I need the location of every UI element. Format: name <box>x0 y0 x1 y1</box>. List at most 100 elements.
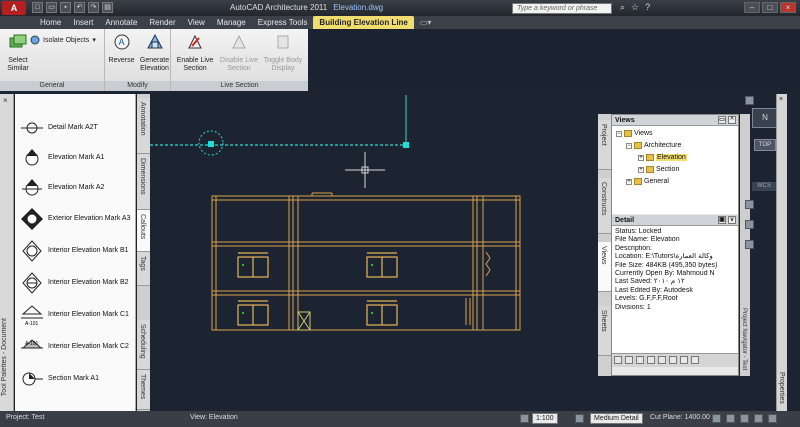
generate-elevation-button[interactable]: Generate Elevation <box>138 32 171 73</box>
enable-live-section-button[interactable]: Enable Live Section <box>173 32 217 73</box>
palette-tool-elevation-mark-a1[interactable]: Elevation Mark A1 <box>19 144 136 172</box>
tab-constructs[interactable]: Constructs <box>598 178 611 234</box>
tree-item-general[interactable]: + General <box>626 178 669 185</box>
viewcube[interactable]: N <box>752 108 778 128</box>
tab-express-tools[interactable]: Express Tools <box>252 16 314 29</box>
close-icon[interactable]: × <box>3 96 8 105</box>
tab-tags[interactable]: Tags <box>137 252 150 286</box>
view-file-icon <box>646 154 654 161</box>
crosshair-cursor <box>345 152 385 188</box>
application-menu-button[interactable]: A <box>2 1 26 15</box>
minimize-icon[interactable]: – <box>744 2 760 13</box>
communication-icon[interactable]: ☆ <box>631 2 639 13</box>
repath-icon[interactable] <box>658 356 666 364</box>
tab-annotate[interactable]: Annotate <box>99 16 143 29</box>
palette-tool-detail-mark-a2t[interactable]: Detail Mark A2T <box>19 114 136 142</box>
tab-project[interactable]: Project <box>598 120 611 170</box>
properties-icon[interactable] <box>691 356 699 364</box>
viewcube-top-button[interactable]: TOP <box>754 139 776 151</box>
collapse-icon[interactable]: − <box>616 130 622 137</box>
tab-annotation[interactable]: Annotation <box>137 98 150 154</box>
clean-screen-icon[interactable] <box>768 414 777 423</box>
expand-icon[interactable]: ^ <box>728 116 736 124</box>
detail-description: Description: <box>615 244 652 252</box>
expand-icon[interactable]: + <box>638 166 644 173</box>
palette-tool-section-mark-a1[interactable]: Section Mark A1 <box>19 365 136 393</box>
ribbon-minimize-icon[interactable]: ▭▾ <box>414 16 438 29</box>
tab-view[interactable]: View <box>182 16 211 29</box>
steeringwheel-icon[interactable] <box>745 96 754 105</box>
detail-level-selector[interactable]: Medium Detail <box>590 413 643 424</box>
workspace-icon[interactable] <box>740 414 749 423</box>
collapse-icon[interactable]: v <box>728 216 736 224</box>
tree-item-elevation[interactable]: + Elevation <box>638 154 687 161</box>
close-icon[interactable]: × <box>779 96 783 103</box>
palette-tool-exterior-elevation-mark-a3[interactable]: Exterior Elevation Mark A3 <box>19 205 136 233</box>
tab-manage[interactable]: Manage <box>211 16 252 29</box>
document-name: Elevation.dwg <box>333 3 384 12</box>
reverse-icon: A <box>114 34 129 50</box>
interior-elevation-mark-icon: A-101 <box>21 305 43 327</box>
scale-selector[interactable]: 1:100 <box>532 413 558 424</box>
undo-icon[interactable]: ↶ <box>74 2 85 13</box>
search-input[interactable]: Type a keyword or phrase <box>512 3 612 14</box>
palette-tool-interior-elevation-mark-b2[interactable]: Interior Elevation Mark B2 <box>19 269 136 297</box>
save-icon[interactable]: ▪ <box>60 2 71 13</box>
redo-icon[interactable]: ↷ <box>88 2 99 13</box>
panel-live-section: Enable Live Section Disable Live Section… <box>171 29 308 91</box>
disable-live-section-button[interactable]: Disable Live Section <box>217 32 261 73</box>
paste-icon[interactable] <box>636 356 644 364</box>
annotation-scale-icon[interactable] <box>520 414 529 423</box>
refresh-icon[interactable] <box>669 356 677 364</box>
close-icon[interactable]: × <box>780 2 796 13</box>
pan-icon[interactable] <box>745 200 754 209</box>
palette-tool-elevation-mark-a2[interactable]: Elevation Mark A2 <box>19 174 136 202</box>
toggle-icon[interactable]: ▭ <box>718 116 726 124</box>
palette-tool-interior-elevation-mark-c2[interactable]: A-101 Interior Elevation Mark C2 <box>19 333 136 361</box>
collapse-icon[interactable]: − <box>626 142 632 149</box>
isolate-objects-button[interactable]: Isolate Objects ▾ <box>30 35 96 45</box>
quick-access-toolbar: □ ▭ ▪ ↶ ↷ ▤ <box>32 2 113 13</box>
help-icon[interactable]: ? <box>645 2 650 13</box>
app-name: AutoCAD Architecture 2011 <box>230 3 328 12</box>
cut-plane-status[interactable]: Cut Plane: 1400.00 <box>650 414 710 421</box>
new-icon[interactable]: □ <box>32 2 43 13</box>
tab-render[interactable]: Render <box>143 16 181 29</box>
maximize-icon[interactable]: □ <box>762 2 778 13</box>
tab-building-elevation-line[interactable]: Building Elevation Line <box>313 16 414 29</box>
copy-icon[interactable] <box>625 356 633 364</box>
toggle-body-display-button[interactable]: Toggle Body Display <box>261 32 305 73</box>
palette-tool-interior-elevation-mark-b1[interactable]: Interior Elevation Mark B1 <box>19 237 136 265</box>
palette-tool-interior-elevation-mark-c1[interactable]: A-101 Interior Elevation Mark C1 <box>19 301 136 329</box>
add-view-icon[interactable] <box>614 356 622 364</box>
tab-insert[interactable]: Insert <box>67 16 99 29</box>
reverse-button[interactable]: A Reverse <box>105 32 138 65</box>
tab-callouts[interactable]: Callouts <box>137 210 150 252</box>
publish-icon[interactable] <box>680 356 688 364</box>
tab-scheduling[interactable]: Scheduling <box>137 320 150 370</box>
properties-palette-strip[interactable]: × Properties <box>776 94 787 416</box>
tree-item-views[interactable]: − Views <box>616 130 653 137</box>
annotation-visibility-icon[interactable] <box>575 414 584 423</box>
delete-icon[interactable] <box>647 356 655 364</box>
wcs-menu[interactable]: WCS <box>752 182 776 191</box>
tree-item-section[interactable]: + Section <box>638 166 679 173</box>
isolate-objects-icon[interactable] <box>726 414 735 423</box>
tab-sheets[interactable]: Sheets <box>598 306 611 356</box>
tab-themes[interactable]: Themes <box>137 370 150 410</box>
orbit-icon[interactable] <box>745 240 754 249</box>
plot-icon[interactable]: ▤ <box>102 2 113 13</box>
search-icon[interactable]: ⌕ <box>620 2 625 13</box>
zoom-icon[interactable] <box>745 220 754 229</box>
tab-views[interactable]: Views <box>598 242 611 292</box>
expand-icon[interactable]: + <box>626 178 632 185</box>
tab-dimensions[interactable]: Dimensions <box>137 154 150 210</box>
tab-home[interactable]: Home <box>34 16 67 29</box>
surface-hatch-icon[interactable] <box>712 414 721 423</box>
expand-icon[interactable]: + <box>638 154 644 161</box>
open-icon[interactable]: ▭ <box>46 2 57 13</box>
preview-icon[interactable]: ▣ <box>718 216 726 224</box>
views-tree: − Views − Architecture + Elevation + Section… <box>612 126 738 214</box>
tree-item-architecture[interactable]: − Architecture <box>626 142 681 149</box>
lock-icon[interactable] <box>754 414 763 423</box>
